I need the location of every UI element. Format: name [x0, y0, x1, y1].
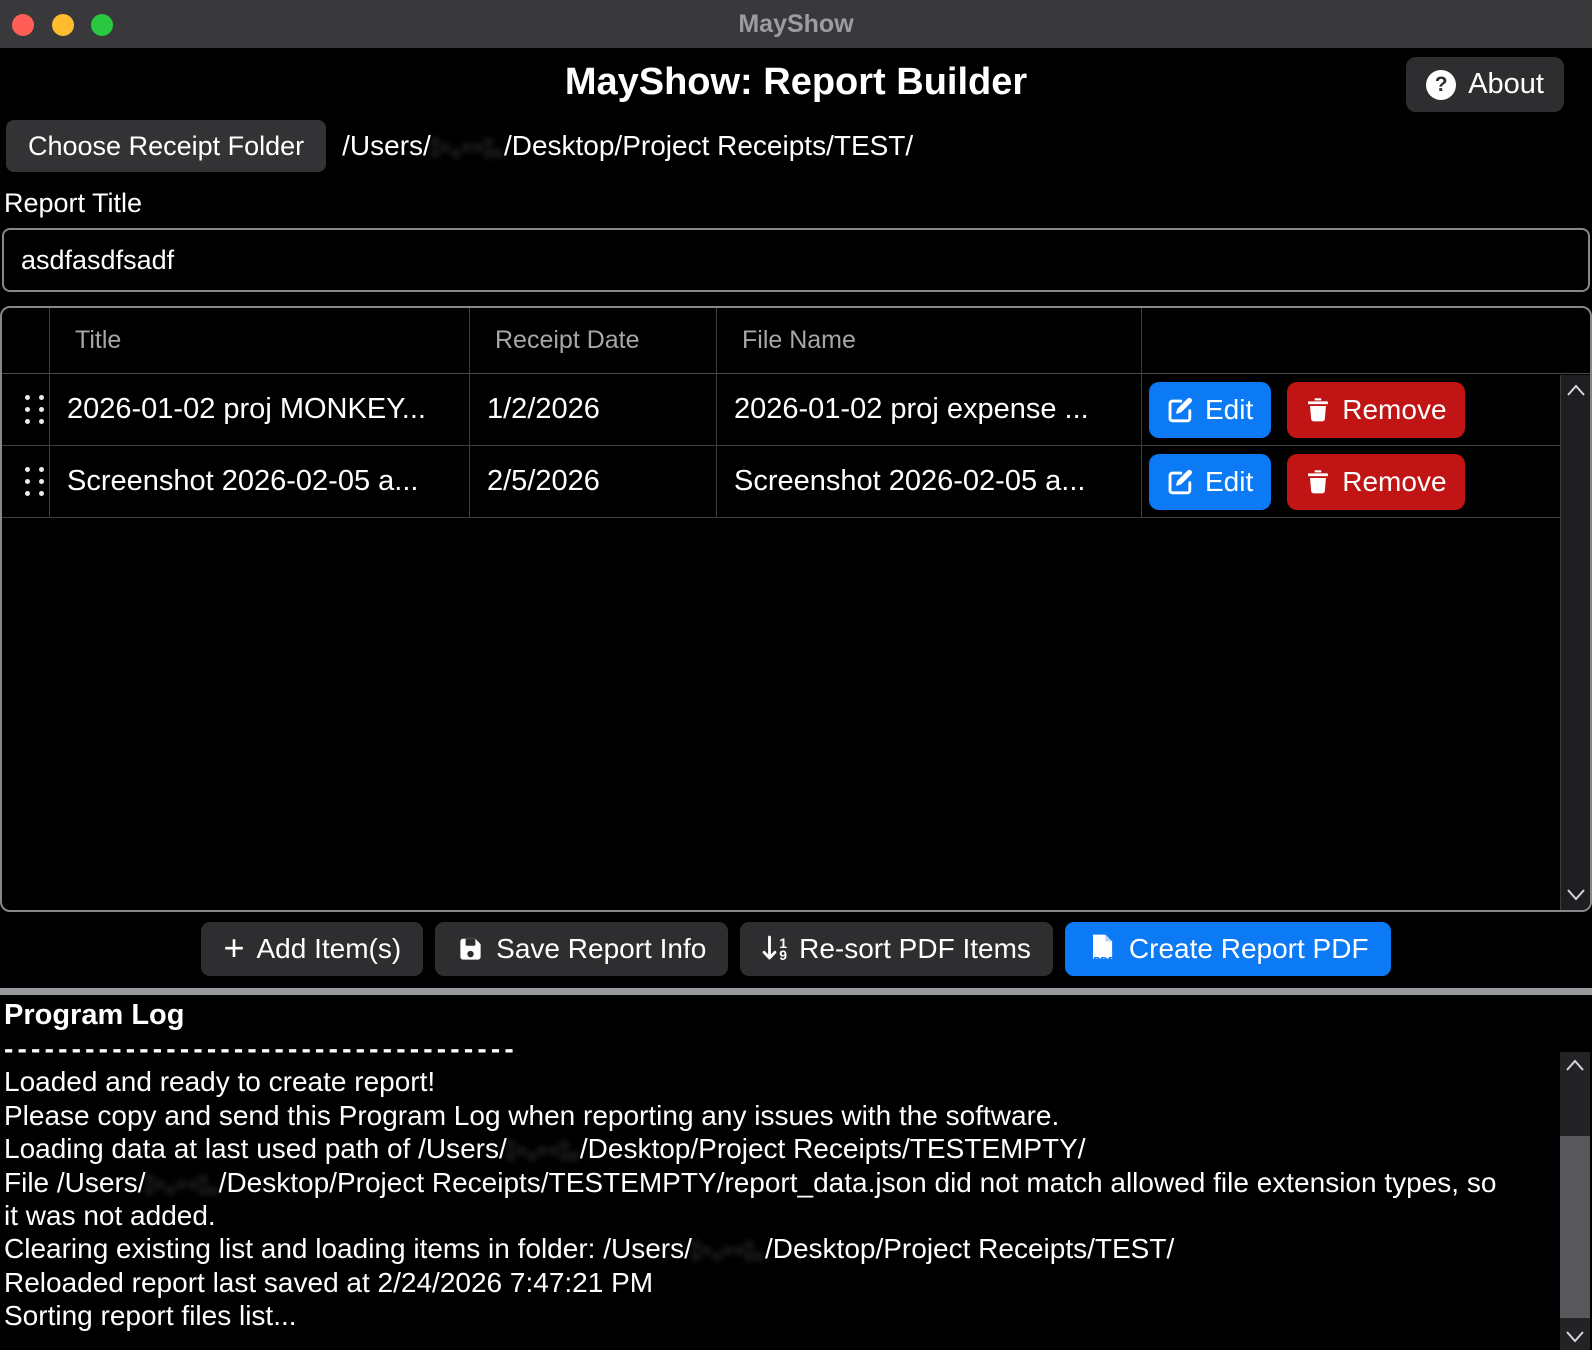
- add-items-button[interactable]: + Add Item(s): [201, 922, 423, 976]
- trash-icon: [1305, 469, 1331, 495]
- column-header-receipt-date: Receipt Date: [470, 308, 717, 373]
- cell-receipt-date: 2/5/2026: [470, 446, 717, 517]
- remove-label: Remove: [1342, 394, 1446, 426]
- row-drag-handle[interactable]: [2, 446, 50, 517]
- app-window: MayShow MayShow: Report Builder ? About …: [0, 0, 1592, 1350]
- log-line: Clearing existing list and loading items…: [4, 1232, 1516, 1265]
- report-title-input[interactable]: [2, 228, 1590, 292]
- folder-row: Choose Receipt Folder /Users/:·.··:./Des…: [6, 120, 1586, 172]
- path-prefix: /Users/: [342, 130, 431, 161]
- action-toolbar: + Add Item(s) Save Report Info 19 Re-sor…: [0, 922, 1592, 976]
- pencil-square-icon: [1167, 468, 1194, 495]
- pencil-square-icon: [1167, 396, 1194, 423]
- table-header-row: Title Receipt Date File Name: [2, 308, 1590, 374]
- remove-button[interactable]: Remove: [1287, 454, 1464, 510]
- close-button[interactable]: [12, 14, 34, 36]
- chevron-up-icon: [1565, 1059, 1585, 1072]
- drag-dots-icon: [25, 395, 44, 424]
- path-suffix: /Desktop/Project Receipts/TEST/: [504, 130, 913, 161]
- log-scrollbar-thumb[interactable]: [1560, 1136, 1590, 1318]
- window-title: MayShow: [0, 0, 1592, 48]
- log-username-redacted: :·.··:.: [692, 1233, 765, 1264]
- resort-pdf-items-label: Re-sort PDF Items: [799, 933, 1031, 965]
- log-line: Please copy and send this Program Log wh…: [4, 1099, 1516, 1132]
- log-line: File /Users/:·.··:./Desktop/Project Rece…: [4, 1166, 1516, 1233]
- create-report-pdf-label: Create Report PDF: [1129, 933, 1369, 965]
- save-report-info-button[interactable]: Save Report Info: [435, 922, 728, 976]
- remove-button[interactable]: Remove: [1287, 382, 1464, 438]
- scroll-down-button[interactable]: [1566, 888, 1586, 901]
- create-report-pdf-button[interactable]: PDF Create Report PDF: [1065, 922, 1391, 976]
- trash-icon: [1305, 397, 1331, 423]
- edit-label: Edit: [1205, 466, 1253, 498]
- log-scroll-up-button[interactable]: [1565, 1059, 1585, 1072]
- log-line: Sorting report files list...: [4, 1299, 1516, 1332]
- table-row: 2026-01-02 proj MONKEY... 1/2/2026 2026-…: [2, 374, 1590, 446]
- chevron-down-icon: [1565, 1330, 1585, 1343]
- resort-pdf-items-button[interactable]: 19 Re-sort PDF Items: [740, 922, 1053, 976]
- edit-label: Edit: [1205, 394, 1253, 426]
- choose-receipt-folder-button[interactable]: Choose Receipt Folder: [6, 120, 326, 172]
- floppy-save-icon: [457, 936, 484, 963]
- titlebar: MayShow: [0, 0, 1592, 48]
- edit-button[interactable]: Edit: [1149, 454, 1271, 510]
- log-line: Loading data at last used path of /Users…: [4, 1132, 1516, 1165]
- pdf-file-icon: PDF: [1087, 933, 1117, 965]
- row-drag-handle[interactable]: [2, 374, 50, 445]
- about-button[interactable]: ? About: [1406, 57, 1564, 112]
- sort-numeric-down-icon: 19: [762, 935, 787, 963]
- column-header-title: Title: [50, 308, 470, 373]
- table-row: Screenshot 2026-02-05 a... 2/5/2026 Scre…: [2, 446, 1590, 518]
- svg-text:PDF: PDF: [1093, 955, 1115, 965]
- save-report-info-label: Save Report Info: [496, 933, 706, 965]
- column-header-file-name: File Name: [717, 308, 1142, 373]
- column-header-actions: [1142, 308, 1590, 373]
- drag-dots-icon: [25, 467, 44, 496]
- log-line: Reloaded report last saved at 2/24/2026 …: [4, 1266, 1516, 1299]
- cell-actions: Edit Remove: [1142, 446, 1590, 517]
- receipt-folder-path: /Users/:·.··:./Desktop/Project Receipts/…: [342, 130, 913, 162]
- page-title: MayShow: Report Builder: [565, 61, 1027, 104]
- cell-actions: Edit Remove: [1142, 374, 1590, 445]
- report-title-label: Report Title: [4, 188, 142, 219]
- log-scroll-down-button[interactable]: [1565, 1330, 1585, 1343]
- log-line: Loaded and ready to create report!: [4, 1065, 1516, 1098]
- program-log-heading: Program Log: [4, 998, 1592, 1032]
- scroll-up-button[interactable]: [1566, 384, 1586, 397]
- remove-label: Remove: [1342, 466, 1446, 498]
- log-username-redacted: :·.··:.: [507, 1133, 580, 1164]
- minimize-button[interactable]: [52, 14, 74, 36]
- log-line: --------------------------------------: [4, 1032, 1516, 1065]
- cell-file-name: 2026-01-02 proj expense ...: [717, 374, 1142, 445]
- about-label: About: [1468, 68, 1544, 101]
- log-scrollbar[interactable]: [1560, 1052, 1590, 1350]
- help-icon: ?: [1426, 70, 1456, 100]
- log-username-redacted: :·.··:.: [146, 1167, 219, 1198]
- chevron-down-icon: [1566, 888, 1586, 901]
- chevron-up-icon: [1566, 384, 1586, 397]
- add-items-label: Add Item(s): [256, 933, 401, 965]
- receipt-items-table: Title Receipt Date File Name 2026-01-02 …: [0, 306, 1592, 912]
- pane-splitter[interactable]: [0, 988, 1592, 995]
- cell-title: Screenshot 2026-02-05 a...: [50, 446, 470, 517]
- program-log-panel: Program Log ----------------------------…: [0, 995, 1592, 1350]
- edit-button[interactable]: Edit: [1149, 382, 1271, 438]
- program-log-text: -------------------------------------- L…: [4, 1032, 1516, 1333]
- drag-handle-column-header: [2, 308, 50, 373]
- cell-receipt-date: 1/2/2026: [470, 374, 717, 445]
- app-header: MayShow: Report Builder ? About: [0, 48, 1592, 116]
- zoom-button[interactable]: [91, 14, 113, 36]
- table-scrollbar[interactable]: [1560, 375, 1590, 910]
- path-username-redacted: :·.··:.: [431, 130, 504, 161]
- cell-file-name: Screenshot 2026-02-05 a...: [717, 446, 1142, 517]
- cell-title: 2026-01-02 proj MONKEY...: [50, 374, 470, 445]
